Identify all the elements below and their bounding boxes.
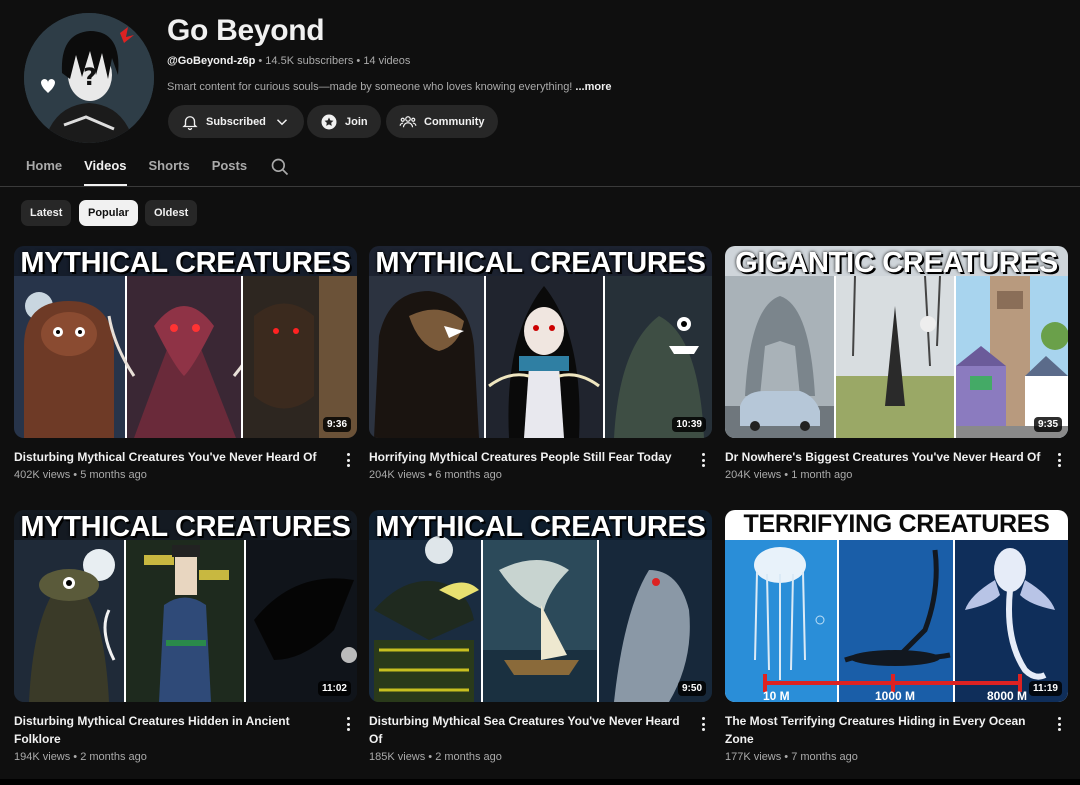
channel-description[interactable]: Smart content for curious souls—made by … [167, 81, 612, 93]
scale-label: 10 M [763, 689, 790, 702]
more-link[interactable]: ...more [572, 81, 611, 93]
video-meta: 185K views • 2 months ago [369, 751, 502, 763]
video-meta: 204K views • 1 month ago [725, 469, 853, 481]
video-title[interactable]: The Most Terrifying Creatures Hiding in … [725, 712, 1043, 748]
chevron-down-icon [276, 118, 287, 125]
more-options-icon[interactable] [696, 715, 710, 733]
svg-text:?: ? [83, 63, 97, 91]
more-options-icon[interactable] [341, 715, 355, 733]
scale-label: 1000 M [875, 689, 915, 702]
video-title[interactable]: Disturbing Mythical Creatures You've Nev… [14, 448, 332, 466]
duration-badge: 11:02 [317, 681, 351, 696]
more-options-icon[interactable] [1052, 715, 1066, 733]
bell-icon [182, 115, 198, 130]
channel-tabs: Home Videos Shorts Posts [26, 152, 269, 186]
video-thumbnail[interactable]: GIGANTIC CREATURES 9:35 [725, 246, 1068, 438]
community-label: Community [424, 115, 485, 128]
channel-handle[interactable]: @GoBeyond-z6p [167, 55, 255, 67]
channel-avatar[interactable]: ? [24, 13, 154, 143]
thumbnail-title: MYTHICAL CREATURES [375, 511, 706, 543]
community-button[interactable]: Community [386, 105, 498, 138]
search-icon[interactable] [270, 157, 290, 177]
bottom-edge [0, 779, 1080, 785]
video-meta: 204K views • 6 months ago [369, 469, 502, 481]
tab-posts[interactable]: Posts [212, 152, 247, 186]
thumbnail-title: MYTHICAL CREATURES [20, 511, 351, 543]
video-meta: 177K views • 7 months ago [725, 751, 858, 763]
people-icon [399, 115, 417, 127]
thumbnail-title: TERRIFYING CREATURES [743, 510, 1050, 538]
channel-name: Go Beyond [167, 14, 325, 47]
channel-stats: • 14.5K subscribers • 14 videos [255, 55, 411, 67]
scale-label: 8000 M [987, 689, 1027, 702]
video-thumbnail[interactable]: 10 M 1000 M 8000 M TERRIFYING CREATURES … [725, 510, 1068, 702]
more-options-icon[interactable] [696, 451, 710, 469]
tabs-divider [0, 186, 1080, 187]
chip-popular[interactable]: Popular [79, 200, 138, 226]
duration-badge: 9:36 [322, 417, 351, 432]
video-meta: 194K views • 2 months ago [14, 751, 147, 763]
channel-meta: @GoBeyond-z6p • 14.5K subscribers • 14 v… [167, 55, 410, 67]
join-button[interactable]: Join [307, 105, 381, 138]
description-text: Smart content for curious souls—made by … [167, 81, 573, 93]
duration-badge: 11:19 [1028, 681, 1062, 696]
video-thumbnail[interactable]: MYTHICAL CREATURES 10:39 [369, 246, 712, 438]
more-options-icon[interactable] [341, 451, 355, 469]
chip-latest[interactable]: Latest [21, 200, 72, 226]
thumbnail-title: MYTHICAL CREATURES [20, 247, 351, 279]
star-badge-icon [321, 114, 337, 129]
thumbnail-title: MYTHICAL CREATURES [375, 247, 706, 279]
video-meta: 402K views • 5 months ago [14, 469, 147, 481]
video-thumbnail[interactable]: MYTHICAL CREATURES 11:02 [14, 510, 357, 702]
subscribed-button[interactable]: Subscribed [168, 105, 304, 138]
video-title[interactable]: Disturbing Mythical Creatures Hidden in … [14, 712, 332, 748]
duration-badge: 9:35 [1033, 417, 1062, 432]
video-thumbnail[interactable]: MYTHICAL CREATURES 9:36 [14, 246, 357, 438]
join-label: Join [345, 115, 368, 128]
video-title[interactable]: Disturbing Mythical Sea Creatures You've… [369, 712, 687, 748]
tab-home[interactable]: Home [26, 152, 62, 186]
thumbnail-title: GIGANTIC CREATURES [735, 247, 1058, 279]
tab-shorts[interactable]: Shorts [149, 152, 190, 186]
tab-videos[interactable]: Videos [84, 152, 127, 186]
video-title[interactable]: Horrifying Mythical Creatures People Sti… [369, 448, 687, 466]
duration-badge: 9:50 [677, 681, 706, 696]
more-options-icon[interactable] [1052, 451, 1066, 469]
subscribed-label: Subscribed [206, 115, 266, 128]
video-title[interactable]: Dr Nowhere's Biggest Creatures You've Ne… [725, 448, 1043, 466]
duration-badge: 10:39 [672, 417, 706, 432]
video-thumbnail[interactable]: MYTHICAL CREATURES 9:50 [369, 510, 712, 702]
chip-oldest[interactable]: Oldest [145, 200, 198, 226]
